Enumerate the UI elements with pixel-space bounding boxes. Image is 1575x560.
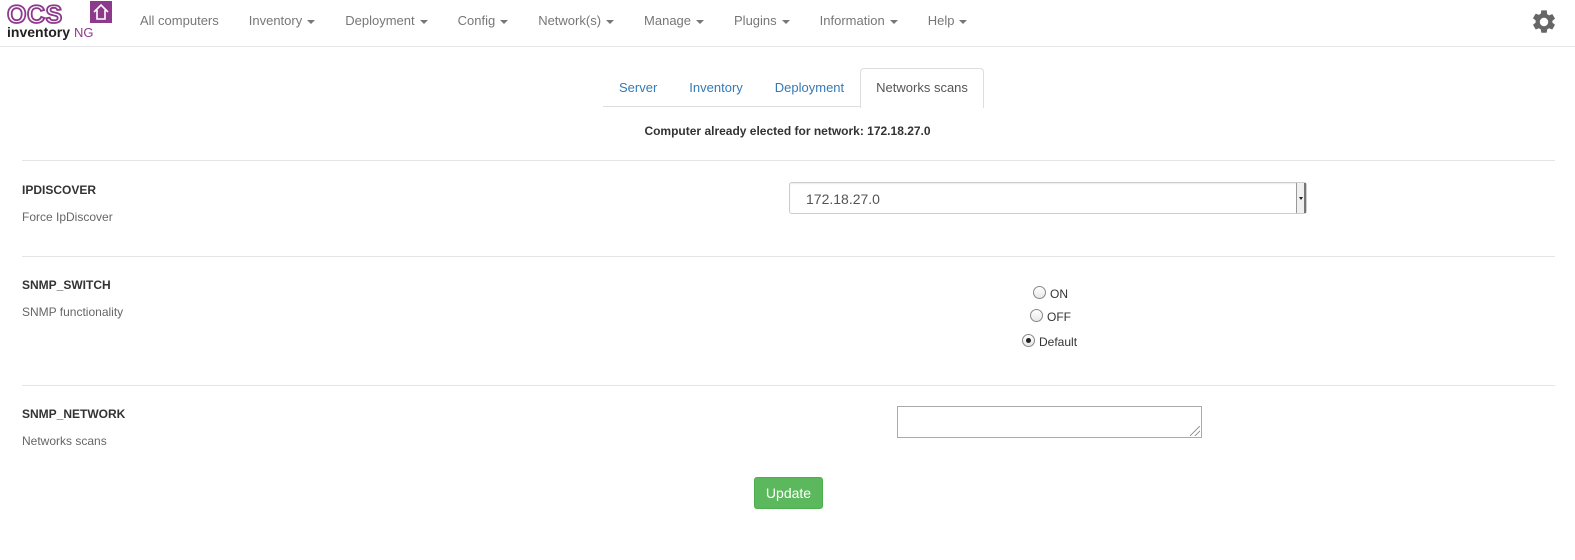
config-tabs: Server Inventory Deployment Networks sca…: [603, 68, 984, 108]
select-arrow-icon: [1296, 183, 1306, 213]
snmp-switch-on-option[interactable]: ON: [1033, 283, 1068, 301]
nav-plugins-menu[interactable]: Plugins: [719, 0, 805, 42]
nav-networks-menu[interactable]: Network(s): [523, 0, 629, 42]
radio-off-label: OFF: [1047, 310, 1071, 324]
caret-down-icon: [500, 19, 509, 24]
caret-down-icon: [307, 19, 316, 24]
ipdiscover-name: IPDISCOVER: [22, 183, 97, 197]
snmp-switch-description: SNMP functionality: [22, 305, 124, 319]
nav-config-label: Config: [457, 13, 496, 28]
nav-manage-menu[interactable]: Manage: [629, 0, 719, 42]
snmp-switch-default-option[interactable]: Default: [1022, 331, 1077, 349]
nav-inventory-menu[interactable]: Inventory: [234, 0, 330, 42]
ocs-inventory-logo[interactable]: OCS inventory NG: [6, 1, 112, 41]
snmp-network-name: SNMP_NETWORK: [22, 407, 126, 421]
gear-icon[interactable]: [1530, 8, 1558, 36]
ipdiscover-select[interactable]: 172.18.27.0: [789, 182, 1307, 214]
tab-networks-scans[interactable]: Networks scans: [860, 68, 984, 108]
radio-default-label: Default: [1039, 335, 1078, 349]
caret-down-icon: [419, 19, 428, 24]
logo-inventory-text: inventory: [7, 24, 70, 40]
ipdiscover-selected-value: 172.18.27.0: [806, 191, 880, 207]
logo-ng-text: NG: [74, 25, 94, 40]
caret-down-icon: [696, 19, 705, 24]
nav-inventory-label: Inventory: [248, 13, 303, 28]
nav-plugins-label: Plugins: [734, 13, 777, 28]
nav-information-menu[interactable]: Information: [805, 0, 913, 42]
nav-networks-label: Network(s): [538, 13, 602, 28]
radio-on[interactable]: [1033, 285, 1046, 299]
main-menu: All computers Inventory Deployment Confi…: [125, 0, 982, 46]
nav-manage-label: Manage: [644, 13, 692, 28]
nav-all-computers[interactable]: All computers: [125, 0, 234, 42]
caret-down-icon: [781, 19, 790, 24]
divider: [22, 256, 1555, 257]
nav-help-menu[interactable]: Help: [913, 0, 983, 42]
nav-information-label: Information: [819, 13, 885, 28]
caret-down-icon: [606, 19, 615, 24]
divider: [22, 385, 1555, 386]
radio-off[interactable]: [1030, 308, 1043, 322]
nav-deployment-label: Deployment: [345, 13, 415, 28]
snmp-network-textarea[interactable]: [897, 406, 1202, 438]
snmp-switch-off-option[interactable]: OFF: [1030, 306, 1071, 324]
nav-deployment-menu[interactable]: Deployment: [330, 0, 442, 42]
divider: [22, 160, 1555, 161]
tab-inventory[interactable]: Inventory: [673, 68, 758, 107]
nav-help-label: Help: [927, 13, 955, 28]
radio-default[interactable]: [1022, 333, 1035, 347]
update-button[interactable]: Update: [754, 477, 823, 509]
resize-grip-icon[interactable]: [1190, 426, 1200, 436]
ipdiscover-description: Force IpDiscover: [22, 210, 113, 224]
elected-network-message: Computer already elected for network: 17…: [644, 124, 931, 138]
nav-config-menu[interactable]: Config: [443, 0, 524, 42]
nav-all-computers-label: All computers: [140, 13, 219, 28]
tab-deployment[interactable]: Deployment: [759, 68, 860, 107]
snmp-switch-name: SNMP_SWITCH: [22, 278, 111, 292]
caret-down-icon: [889, 19, 898, 24]
tab-server[interactable]: Server: [603, 68, 673, 107]
top-navbar: OCS inventory NG All computers Inventory…: [0, 0, 1575, 47]
snmp-network-description: Networks scans: [22, 434, 107, 448]
caret-down-icon: [959, 19, 968, 24]
radio-on-label: ON: [1050, 287, 1068, 301]
